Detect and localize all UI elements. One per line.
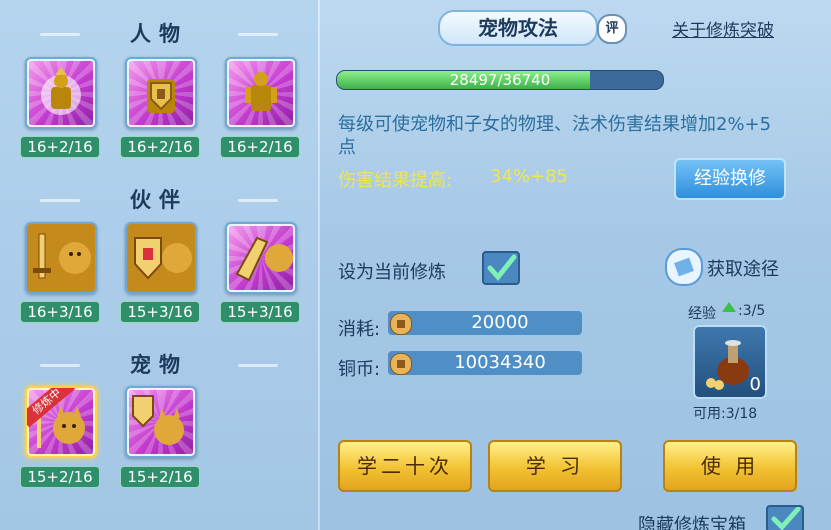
cost-value: 20000 xyxy=(471,312,529,333)
tab-pet-attack[interactable]: 宠物攻法 xyxy=(438,10,598,46)
slot-partner-1[interactable] xyxy=(25,222,97,294)
sword-lion-icon xyxy=(27,224,95,292)
slot-level: 15+3/16 xyxy=(120,301,200,323)
exp-label: 经验 xyxy=(688,306,716,322)
slot-partner-2[interactable] xyxy=(125,222,197,294)
learn-button[interactable]: 学 习 xyxy=(488,440,622,492)
gauntlet-lion-icon xyxy=(235,236,293,282)
slot-pet-1[interactable]: 修炼中 xyxy=(25,386,97,458)
book-icon[interactable] xyxy=(665,248,703,286)
item-count: 0 xyxy=(749,374,761,395)
exchange-exp-button[interactable]: 经验换修 xyxy=(674,158,786,200)
swirl-decoration xyxy=(220,196,280,206)
glowing-figure-icon xyxy=(41,67,81,115)
up-arrow-icon xyxy=(722,302,736,312)
obtain-route-label[interactable]: 获取途径 xyxy=(707,255,779,281)
slot-character-3[interactable] xyxy=(225,57,297,129)
slot-character-1[interactable] xyxy=(25,57,97,129)
set-current-label: 设为当前修炼 xyxy=(338,262,446,283)
slot-partner-3[interactable] xyxy=(225,222,297,294)
swirl-decoration xyxy=(40,196,100,206)
exp-value: :3/5 xyxy=(738,303,766,319)
skill-description: 每级可使宠物和子女的物理、法术伤害结果增加2%+5点 xyxy=(338,114,772,158)
left-panel: 人物 16+2/16 16+2/16 16+2/16 伙伴 16+3/16 15… xyxy=(0,0,318,530)
slot-pet-2[interactable] xyxy=(125,386,197,458)
cost-value-box: 20000 xyxy=(388,311,582,335)
swirl-decoration xyxy=(220,361,280,371)
breakthrough-info-link[interactable]: 关于修炼突破 xyxy=(672,16,774,41)
swirl-decoration xyxy=(40,30,100,40)
treasure-item-slot[interactable]: 0 xyxy=(693,325,767,399)
exp-progress-text: 28497/36740 xyxy=(449,71,551,89)
panel-divider xyxy=(318,0,320,530)
available-count: 可用:3/18 xyxy=(693,406,758,422)
cat-shield-icon xyxy=(132,395,184,445)
slot-level: 16+2/16 xyxy=(120,136,200,158)
copper-value-box: 10034340 xyxy=(388,351,582,375)
damage-label: 伤害结果提高: xyxy=(338,170,453,191)
learn-20-button[interactable]: 学二十次 xyxy=(338,440,472,492)
slot-level: 16+2/16 xyxy=(20,136,100,158)
swirl-decoration xyxy=(220,30,280,40)
shield-armor-icon xyxy=(147,79,175,113)
armor-figure-icon xyxy=(245,72,277,111)
coin-icon xyxy=(390,353,412,375)
slot-level: 15+3/16 xyxy=(220,301,300,323)
slot-character-2[interactable] xyxy=(125,57,197,129)
copper-value: 10034340 xyxy=(454,352,546,373)
exp-progress-bar: 28497/36740 xyxy=(336,70,664,90)
cultivation-window: 人物 16+2/16 16+2/16 16+2/16 伙伴 16+3/16 15… xyxy=(0,0,831,530)
swirl-decoration xyxy=(40,361,100,371)
slot-level: 16+3/16 xyxy=(20,301,100,323)
cost-label: 消耗: xyxy=(338,319,381,340)
hide-box-checkbox[interactable] xyxy=(766,505,804,530)
damage-value: 34%+85 xyxy=(490,166,568,187)
use-button[interactable]: 使 用 xyxy=(663,440,797,492)
shield-lion-icon xyxy=(127,224,195,292)
set-current-checkbox[interactable] xyxy=(482,251,520,285)
coin-icon xyxy=(390,313,412,335)
rating-button[interactable]: 评 xyxy=(597,14,627,44)
checkmark-icon xyxy=(771,506,801,530)
checkmark-icon xyxy=(487,254,517,281)
slot-level: 15+2/16 xyxy=(20,466,100,488)
slot-level: 15+2/16 xyxy=(120,466,200,488)
copper-label: 铜币: xyxy=(338,359,381,380)
hide-box-label: 隐藏修炼宝箱 xyxy=(638,515,746,530)
slot-level: 16+2/16 xyxy=(220,136,300,158)
